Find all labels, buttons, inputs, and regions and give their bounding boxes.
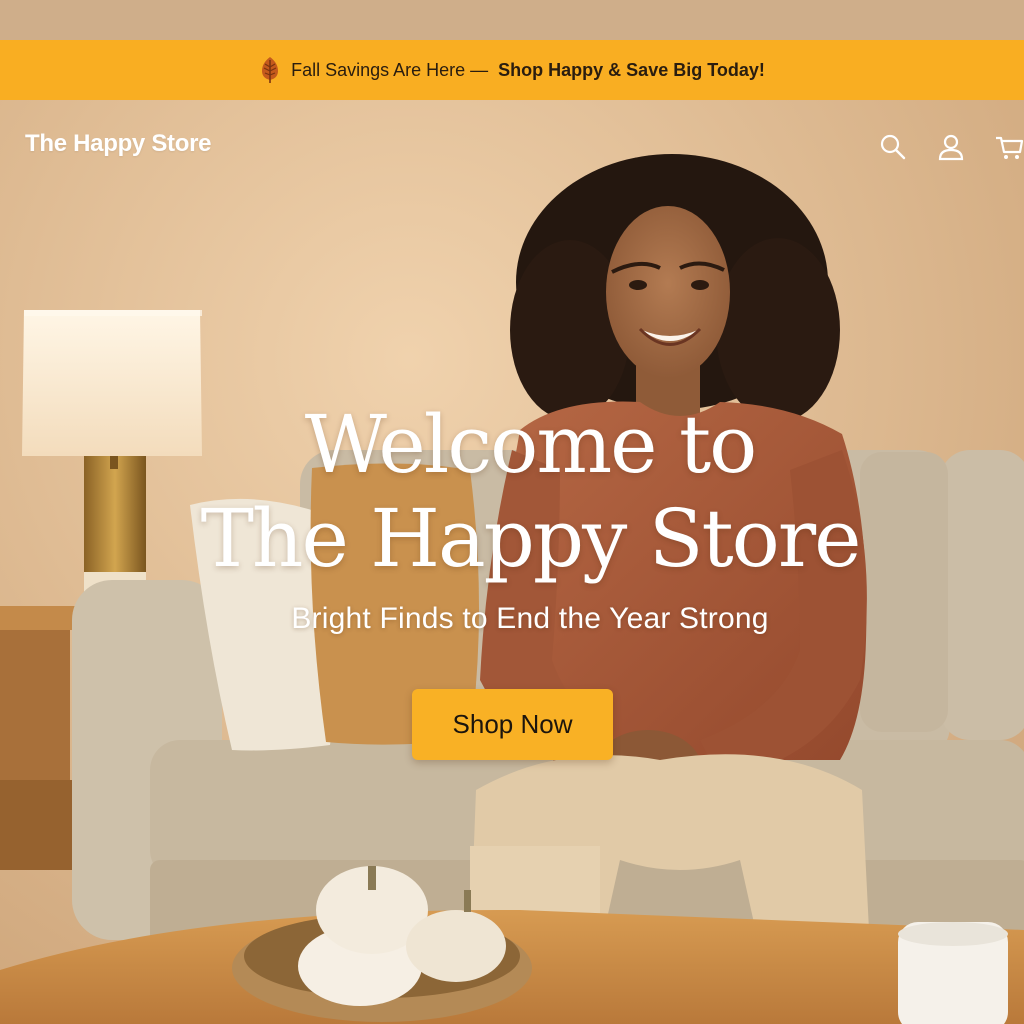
hero-title-line-2: The Happy Store bbox=[200, 492, 862, 585]
site-header: The Happy Store bbox=[0, 118, 1024, 174]
store-logo[interactable]: The Happy Store bbox=[25, 130, 212, 158]
search-icon[interactable] bbox=[878, 132, 908, 162]
promo-bar[interactable]: Fall Savings Are Here — Shop Happy & Sav… bbox=[0, 40, 1024, 100]
hero-subtitle: Bright Finds to End the Year Strong bbox=[291, 602, 769, 635]
hero-title: Welcome to The Happy Store bbox=[0, 398, 1024, 586]
hero-title-line-1: Welcome to bbox=[304, 398, 758, 491]
promo-lead-text: Fall Savings Are Here — bbox=[291, 59, 489, 80]
shop-now-button[interactable]: Shop Now bbox=[412, 689, 613, 760]
hero-text: Welcome to The Happy Store Bright Finds … bbox=[0, 398, 1024, 636]
cart-icon[interactable] bbox=[994, 132, 1024, 162]
promo-cta-text[interactable]: Shop Happy & Save Big Today! bbox=[498, 60, 765, 81]
header-icons bbox=[878, 132, 1024, 162]
top-strip bbox=[0, 0, 1024, 40]
leaf-icon bbox=[259, 56, 281, 84]
user-icon[interactable] bbox=[936, 132, 966, 162]
